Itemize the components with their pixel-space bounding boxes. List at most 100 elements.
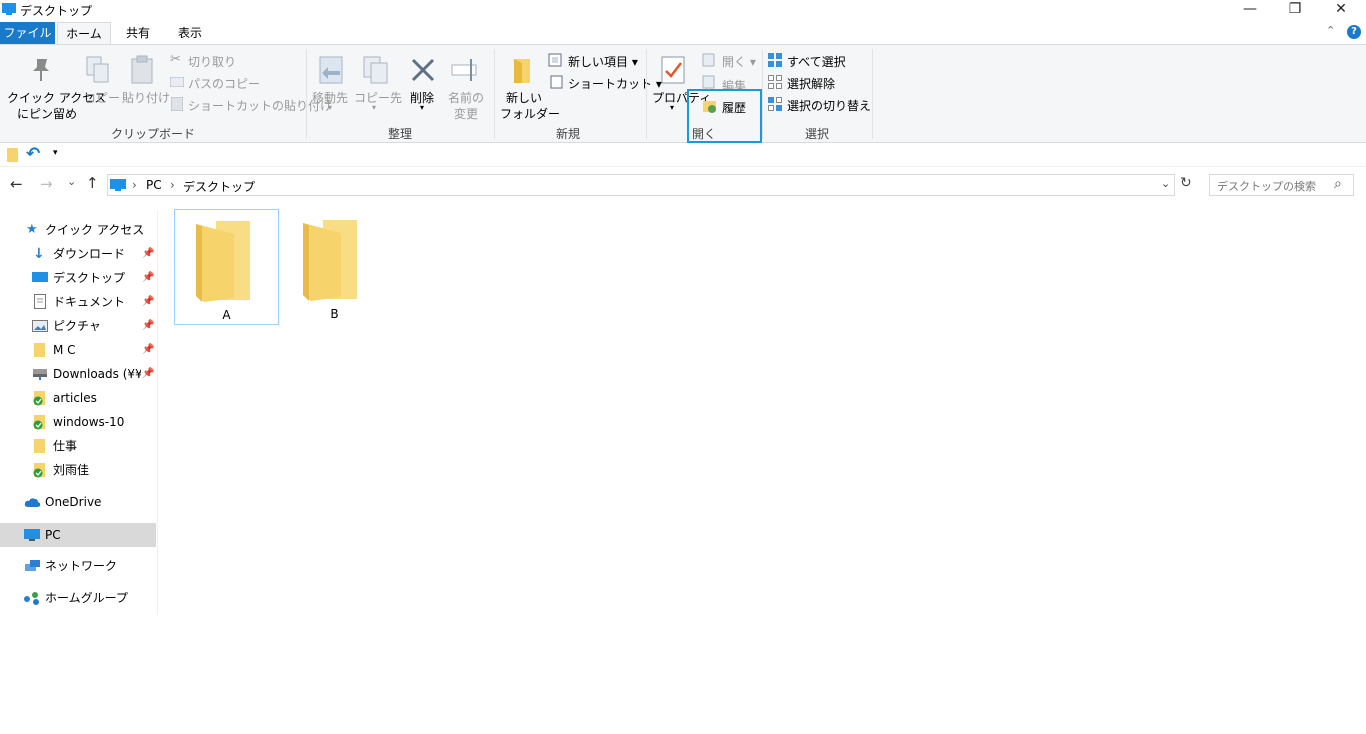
delete-button[interactable]: 削除 ▾ <box>404 55 442 121</box>
nav-onedrive[interactable]: OneDrive <box>0 491 156 513</box>
nav-homegroup-label: ホームグループ <box>45 591 128 605</box>
properties-icon <box>661 56 685 84</box>
select-all-icon <box>768 53 782 67</box>
nav-network-label: ネットワーク <box>45 559 118 573</box>
folder-icon <box>196 221 250 302</box>
ribbon-tabs: ファイル ホーム 共有 表示 ⌃ ? <box>0 20 1366 138</box>
new-folder-button[interactable]: 新しい フォルダー <box>498 55 560 121</box>
scissors-icon: ✂ <box>170 52 181 67</box>
nav-item-desktop[interactable]: デスクトップ 📌 <box>0 267 156 289</box>
clipboard-group-label: クリップボード <box>110 127 195 141</box>
invert-selection-icon <box>768 97 782 111</box>
copy-to-label: コピー先 <box>354 91 403 105</box>
customize-qat-icon[interactable]: ▾ <box>53 148 58 158</box>
pc-icon <box>24 529 40 541</box>
help-icon[interactable]: ? <box>1347 25 1361 39</box>
copy-path-button[interactable]: パスのコピー <box>170 74 290 92</box>
nav-item-mc[interactable]: M C 📌 <box>0 339 156 361</box>
nav-pc-label: PC <box>45 528 61 542</box>
select-all-label: すべて選択 <box>787 55 846 69</box>
nav-quick-access[interactable]: ★ クイック アクセス <box>0 219 156 241</box>
shortcut-button[interactable]: ショートカット ▾ <box>548 74 662 92</box>
file-name: A <box>222 308 231 322</box>
separator <box>872 49 873 139</box>
rename-label-line1: 名前の <box>448 91 485 105</box>
nav-item-liu-yujia[interactable]: 刘雨佳 <box>0 459 156 481</box>
folder-item-a[interactable]: A <box>174 209 279 325</box>
move-to-button[interactable]: 移動先 ▾ <box>310 55 352 121</box>
back-button[interactable]: ← <box>10 175 23 193</box>
paste-icon <box>131 55 153 84</box>
copy-button[interactable]: コピー <box>82 55 120 115</box>
nav-item-label: ドキュメント <box>53 295 126 309</box>
new-item-button[interactable]: 新しい項目 ▾ <box>548 52 640 70</box>
desktop-icon <box>32 272 48 282</box>
cut-label: 切り取り <box>188 55 237 69</box>
pin-icon: 📌 <box>142 320 155 331</box>
nav-item-articles[interactable]: articles <box>0 387 156 409</box>
nav-item-pictures[interactable]: ピクチャ 📌 <box>0 315 156 337</box>
recent-locations-button[interactable]: ⌄ <box>67 175 76 188</box>
up-button[interactable]: ↑ <box>86 174 99 192</box>
folder-item-b[interactable]: B <box>282 209 387 325</box>
rename-icon <box>451 59 477 81</box>
network-drive-icon <box>33 369 47 380</box>
navigation-pane: ★ クイック アクセス ↓ ダウンロード 📌 デスクトップ 📌 ドキュメント 📌… <box>0 210 158 615</box>
ribbon: クイック アクセス にピン留め コピー 貼り付け ✂ 切り取り パスのコピー シ… <box>0 44 1366 143</box>
tab-home[interactable]: ホーム <box>57 22 111 44</box>
nav-item-label: ピクチャ <box>53 319 101 333</box>
undo-icon[interactable]: ↶ <box>26 144 40 164</box>
pin-icon: 📌 <box>142 248 155 259</box>
search-input[interactable]: デスクトップの検索 ⌕ <box>1209 174 1354 196</box>
tab-share[interactable]: 共有 <box>114 22 162 44</box>
select-none-button[interactable]: 選択解除 <box>768 74 868 92</box>
pin-icon: 📌 <box>142 296 155 307</box>
tab-view[interactable]: 表示 <box>166 22 214 44</box>
nav-item-network-downloads[interactable]: Downloads (¥¥2( 📌 <box>0 363 156 385</box>
pin-icon: 📌 <box>142 344 155 355</box>
synced-folder-icon <box>33 391 45 406</box>
rename-button[interactable]: 名前の 変更 <box>444 55 486 121</box>
new-folder-icon <box>514 59 530 83</box>
nav-pc[interactable]: PC <box>0 523 156 547</box>
paste-shortcut-button[interactable]: ショートカットの貼り付け <box>170 96 332 114</box>
new-folder-label-line2: フォルダー <box>500 107 561 121</box>
nav-item-documents[interactable]: ドキュメント 📌 <box>0 291 156 313</box>
open-button[interactable]: 開く ▾ <box>702 52 758 70</box>
collapse-ribbon-icon[interactable]: ⌃ <box>1326 24 1335 37</box>
crumb-pc[interactable]: PC <box>146 178 162 192</box>
nav-item-label: ダウンロード <box>53 247 126 261</box>
nav-homegroup[interactable]: ホームグループ <box>0 587 156 609</box>
nav-item-work[interactable]: 仕事 <box>0 435 156 457</box>
maximize-button[interactable]: ❐ <box>1272 0 1318 20</box>
select-group-label: 選択 <box>804 127 829 141</box>
folder-icon <box>34 343 45 357</box>
close-button[interactable]: ✕ <box>1318 0 1364 20</box>
cut-button[interactable]: ✂ 切り取り <box>170 52 290 70</box>
download-arrow-icon: ↓ <box>33 246 45 262</box>
select-none-label: 選択解除 <box>787 77 836 91</box>
delete-dropdown-icon: ▾ <box>420 103 425 112</box>
invert-selection-label: 選択の切り替え <box>787 99 872 113</box>
pin-quick-access-button[interactable]: クイック アクセス にピン留め <box>5 55 106 121</box>
window-icon <box>2 3 16 15</box>
forward-button[interactable]: → <box>40 175 53 193</box>
nav-network[interactable]: ネットワーク <box>0 555 156 577</box>
invert-selection-button[interactable]: 選択の切り替え <box>768 96 872 114</box>
minimize-button[interactable]: — <box>1227 0 1273 20</box>
address-dropdown-button[interactable]: ⌄ <box>1161 177 1170 190</box>
crumb-desktop[interactable]: デスクトップ <box>183 178 255 195</box>
nav-item-windows-10[interactable]: windows-10 <box>0 411 156 433</box>
copy-label: コピー <box>84 91 121 105</box>
nav-item-downloads[interactable]: ↓ ダウンロード 📌 <box>0 243 156 265</box>
star-icon: ★ <box>26 222 38 237</box>
address-bar[interactable]: › PC › デスクトップ ⌄ <box>107 174 1175 196</box>
edit-icon <box>702 75 715 89</box>
refresh-button[interactable]: ↻ <box>1180 175 1192 191</box>
select-all-button[interactable]: すべて選択 <box>768 52 868 70</box>
new-item-icon <box>548 53 562 67</box>
paste-button[interactable]: 貼り付け <box>120 55 170 115</box>
folder-icon[interactable] <box>6 147 20 163</box>
copy-to-button[interactable]: コピー先 ▾ <box>354 55 402 121</box>
search-placeholder: デスクトップの検索 <box>1217 180 1316 193</box>
